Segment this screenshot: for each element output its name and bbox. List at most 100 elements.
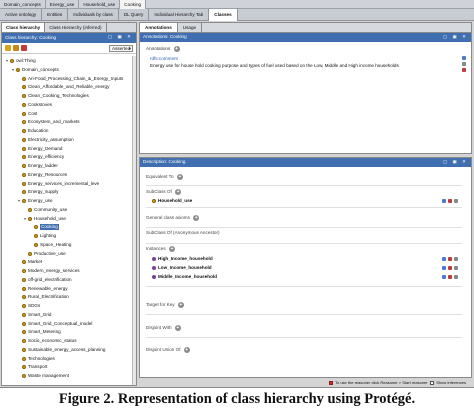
chevron-down-icon: ▾ bbox=[128, 46, 131, 51]
path-segment[interactable]: Energy_use bbox=[46, 0, 80, 9]
tree-node[interactable]: Market bbox=[17, 259, 42, 265]
panel-window-icons[interactable]: ▢ ▣ ✕ bbox=[443, 34, 468, 40]
tree-node[interactable]: SDGs bbox=[17, 303, 40, 309]
tree-node[interactable]: Ari-Food_Processing_Chain_&_Energy_Input… bbox=[17, 76, 123, 82]
add-disjoint-button[interactable]: + bbox=[174, 325, 181, 331]
tree-node[interactable]: Rural_Electrification bbox=[17, 294, 69, 300]
edit-icon[interactable] bbox=[462, 62, 466, 66]
tree-node[interactable]: Productive_use bbox=[23, 251, 66, 257]
asserted-select[interactable]: Asserted ▾ bbox=[109, 45, 133, 52]
tree-node[interactable]: Clean_Cooking_Technologies bbox=[17, 93, 89, 99]
tree-node[interactable]: ▾ owl:Thing bbox=[5, 58, 36, 64]
tree-node-label: Space_Heating bbox=[40, 241, 72, 247]
tree-node[interactable]: ▾ Household_use bbox=[23, 216, 66, 222]
expanded-arrow-icon[interactable]: ▾ bbox=[17, 198, 21, 204]
tree-node[interactable]: Smart_Grid_Conceptual_model bbox=[17, 321, 92, 327]
tree-node[interactable]: Cookstoves bbox=[17, 102, 52, 108]
edit-icon[interactable] bbox=[454, 265, 458, 270]
tab-classes[interactable]: Classes bbox=[209, 9, 238, 21]
tab-entities[interactable]: Entities bbox=[42, 9, 69, 21]
tree-node[interactable]: Education bbox=[17, 128, 48, 134]
panel-window-icons[interactable]: ▢ ▣ ✕ bbox=[108, 34, 133, 40]
add-disjoint-union-button[interactable]: + bbox=[183, 347, 190, 353]
tree-node[interactable]: Renewable_energy bbox=[17, 286, 68, 292]
path-segment[interactable]: Household_use bbox=[79, 0, 121, 9]
tree-node[interactable]: Technologies bbox=[17, 356, 55, 362]
tree-node[interactable]: Modern_energy_services bbox=[17, 268, 80, 274]
edit-icon[interactable] bbox=[454, 198, 458, 203]
expanded-arrow-icon[interactable]: ▾ bbox=[11, 67, 15, 73]
tree-node[interactable]: Energy_Demand bbox=[17, 146, 62, 152]
tree-node[interactable]: Energy_supply bbox=[17, 189, 58, 195]
tree-node[interactable]: Cost bbox=[17, 111, 37, 117]
tree-node[interactable]: Energy_efficiency bbox=[17, 154, 64, 160]
info-icon[interactable] bbox=[462, 56, 466, 60]
expanded-arrow-icon[interactable]: ▾ bbox=[23, 216, 27, 222]
tree-node[interactable]: Energy_Resources bbox=[17, 172, 67, 178]
tab-active-ontology[interactable]: Active ontology bbox=[0, 9, 43, 21]
tree-node[interactable]: ▾ Domain_concepts bbox=[11, 67, 59, 73]
info-icon[interactable] bbox=[442, 265, 446, 270]
individual-icon bbox=[152, 265, 156, 270]
add-instance-button[interactable]: + bbox=[168, 246, 175, 252]
class-icon bbox=[34, 234, 38, 238]
add-equivalent-button[interactable]: + bbox=[176, 174, 183, 180]
add-annotation-button[interactable]: + bbox=[173, 46, 180, 52]
tree-node[interactable]: Space_Heating bbox=[29, 242, 71, 248]
tree-node[interactable]: Ecosystem_and_markets bbox=[17, 119, 80, 125]
tree-node[interactable]: Energy_ladder bbox=[17, 163, 58, 169]
annotation-property[interactable]: rdfs:comment bbox=[150, 56, 465, 61]
show-inferences[interactable]: Show Inferences bbox=[430, 380, 466, 385]
tree-node[interactable]: ▾ Energy_use bbox=[17, 198, 53, 204]
add-subclass-icon[interactable] bbox=[5, 45, 11, 51]
show-inferences-checkbox[interactable] bbox=[430, 380, 435, 385]
delete-icon[interactable] bbox=[448, 274, 452, 279]
tree-node[interactable]: Socio_economic_status bbox=[17, 338, 77, 344]
path-segment[interactable]: Cooking bbox=[120, 0, 147, 9]
tab-annotations[interactable]: Annotations bbox=[140, 23, 178, 32]
expanded-arrow-icon[interactable]: ▾ bbox=[5, 58, 9, 64]
tab-class-hierarchy[interactable]: Class hierarchy bbox=[2, 23, 46, 32]
tree-node[interactable]: off-grid_electrification bbox=[17, 277, 72, 283]
tree-scrollbar[interactable] bbox=[132, 56, 136, 385]
panel-window-icons[interactable]: ▢ ▣ ✕ bbox=[443, 159, 468, 165]
tree-node[interactable]: Clean_Affordable_and_Reliable_energy bbox=[17, 84, 109, 90]
tree-node[interactable]: Sustainable_energy_access_planning bbox=[17, 347, 105, 353]
path-segment[interactable]: Domain_concepts bbox=[0, 0, 46, 9]
tree-node[interactable]: Lighting bbox=[29, 233, 56, 239]
tree-node-label: Energy_services_incremental_leve bbox=[28, 180, 100, 186]
asserted-select-value: Asserted bbox=[112, 46, 131, 51]
tab-class-hierarchy-inferred[interactable]: Class Hierarchy (inferred) bbox=[45, 23, 107, 32]
add-axiom-button[interactable]: + bbox=[193, 215, 200, 221]
add-sibling-icon[interactable] bbox=[13, 45, 19, 51]
add-key-button[interactable]: + bbox=[177, 302, 184, 308]
delete-icon[interactable] bbox=[448, 198, 452, 203]
info-icon[interactable] bbox=[442, 274, 446, 279]
divider bbox=[146, 286, 462, 287]
tree-node[interactable]: Energy_services_incremental_leve bbox=[17, 181, 99, 187]
info-icon[interactable] bbox=[442, 256, 446, 261]
tree-node[interactable]: Electricity_assumption bbox=[17, 137, 74, 143]
delete-class-icon[interactable] bbox=[21, 45, 27, 51]
tree-node[interactable]: Cooking bbox=[29, 224, 59, 231]
delete-icon[interactable] bbox=[448, 256, 452, 261]
tab-usage[interactable]: Usage bbox=[178, 23, 203, 32]
subclass-row[interactable]: Household_use bbox=[152, 197, 458, 204]
tab-individuals-by-class[interactable]: Individuals by class bbox=[68, 9, 119, 21]
add-superclass-button[interactable]: + bbox=[175, 189, 182, 195]
tree-node[interactable]: Smart_Grid bbox=[17, 312, 52, 318]
tree-node[interactable]: Waste management bbox=[17, 373, 69, 379]
tree-node[interactable]: Smart_Metering bbox=[17, 329, 61, 335]
instance-row[interactable]: High_Income_household bbox=[152, 255, 458, 262]
instance-row[interactable]: Middle_Income_household bbox=[152, 273, 458, 280]
tree-node[interactable]: Community_use bbox=[23, 207, 67, 213]
tab-dl-query[interactable]: DL Query bbox=[119, 9, 150, 21]
delete-icon[interactable] bbox=[448, 265, 452, 270]
info-icon[interactable] bbox=[442, 198, 446, 203]
edit-icon[interactable] bbox=[454, 256, 458, 261]
delete-icon[interactable] bbox=[462, 68, 466, 72]
tab-individual-hierarchy[interactable]: Individual Hierarchy Tab bbox=[149, 9, 210, 21]
tree-node[interactable]: Transport bbox=[17, 364, 48, 370]
edit-icon[interactable] bbox=[454, 274, 458, 279]
instance-row[interactable]: Low_Income_household bbox=[152, 264, 458, 271]
